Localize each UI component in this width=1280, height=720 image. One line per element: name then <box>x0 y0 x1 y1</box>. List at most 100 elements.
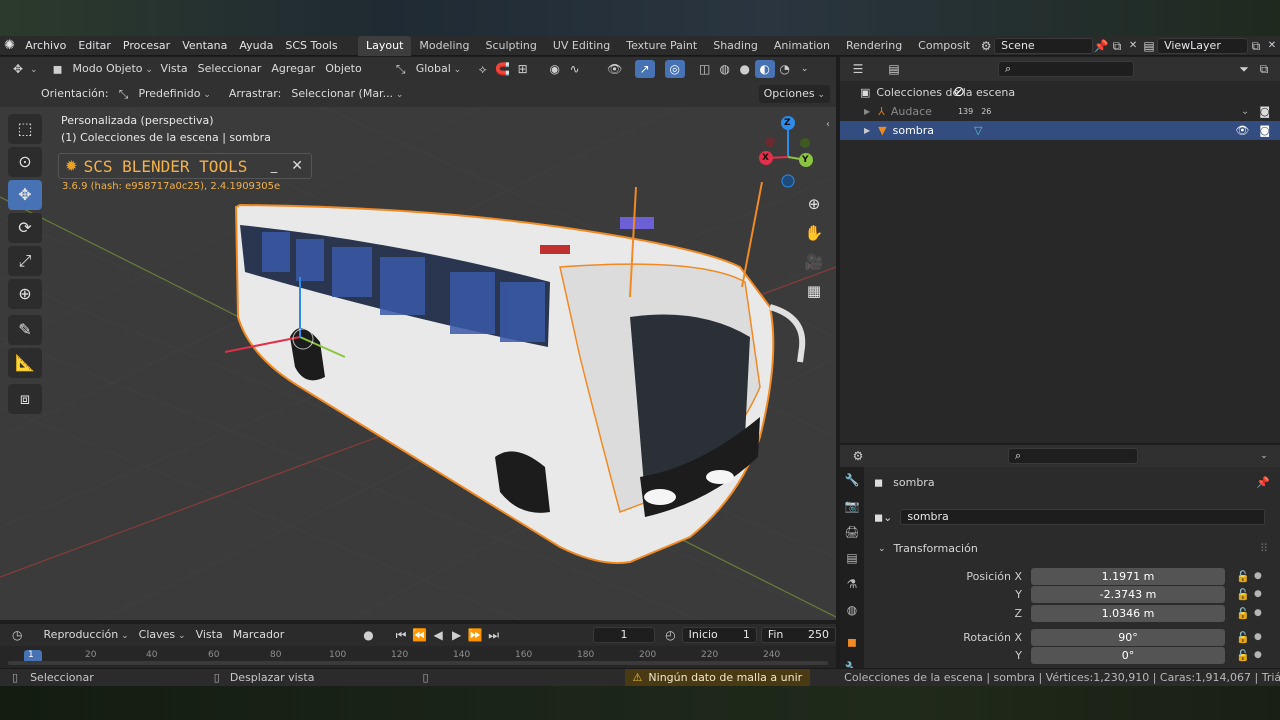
perspective-grid-icon[interactable]: ▦ <box>801 278 827 304</box>
lock-icon[interactable]: 🔓 <box>1236 588 1250 601</box>
tool-tab-icon[interactable]: 🔧 <box>840 467 864 493</box>
timeline-scrollbar[interactable] <box>8 661 828 665</box>
delete-view-layer-icon[interactable]: ✕ <box>1264 37 1280 55</box>
menu-editar[interactable]: Editar <box>72 36 117 56</box>
properties-search-input[interactable]: ⌕ <box>1008 448 1138 464</box>
menu-vista[interactable]: Vista <box>156 60 193 78</box>
shading-wireframe-icon[interactable]: ◍ <box>715 60 735 78</box>
camera-visibility-icon[interactable]: ◙ <box>1259 121 1270 140</box>
menu-ayuda[interactable]: Ayuda <box>233 36 279 56</box>
snap-target-icon[interactable]: ⊞ <box>513 60 533 78</box>
menu-seleccionar[interactable]: Seleccionar <box>193 60 267 78</box>
next-keyframe-icon[interactable]: ⏩ <box>466 626 485 644</box>
lock-icon[interactable]: 🔓 <box>1236 631 1250 644</box>
location-y-field[interactable]: -2.3743 m <box>1031 586 1225 603</box>
filter-icon[interactable]: ⏷ <box>1234 60 1254 78</box>
eye-icon[interactable]: 👁 <box>1235 121 1249 140</box>
expand-arrow-icon[interactable]: ▶ <box>864 102 870 121</box>
menu-reproduccion[interactable]: Reproducción <box>39 626 134 644</box>
gizmo-y-label[interactable]: Y <box>802 155 809 165</box>
render-tab-icon[interactable]: 📷 <box>840 493 864 519</box>
menu-agregar[interactable]: Agregar <box>266 60 320 78</box>
new-collection-icon[interactable]: ⧉ <box>1254 60 1274 78</box>
sidebar-toggle-icon[interactable]: ‹ <box>826 119 830 130</box>
object-tab-icon[interactable]: ◼ <box>840 629 864 655</box>
expand-arrow-icon[interactable]: ▶ <box>864 121 870 140</box>
shading-solid-icon[interactable]: ● <box>735 60 755 78</box>
drag-dropdown[interactable]: Seleccionar (Mar... <box>286 85 408 103</box>
delete-scene-icon[interactable]: ✕ <box>1125 37 1141 55</box>
new-view-layer-icon[interactable]: ⧉ <box>1248 37 1264 55</box>
menu-procesar[interactable]: Procesar <box>117 36 176 56</box>
view-layer-tab-icon[interactable]: ▤ <box>840 545 864 571</box>
rotation-x-field[interactable]: 90° <box>1031 629 1225 646</box>
display-mode-icon[interactable]: ▤ <box>884 60 904 78</box>
outliner-item-audace[interactable]: ▶ ⅄ Audace 139 26 ⌄ ◙ <box>840 102 1280 121</box>
editor-type-dropdown[interactable] <box>28 60 40 78</box>
properties-options-icon[interactable]: ⌄ <box>1254 447 1274 465</box>
falloff-icon[interactable]: ∿ <box>565 60 585 78</box>
properties-editor-icon[interactable]: ⚙ <box>848 447 868 465</box>
object-datablock-icon[interactable]: ◼⌄ <box>874 511 892 524</box>
start-frame-field[interactable]: Inicio 1 <box>681 627 757 643</box>
lock-icon[interactable]: 🔓 <box>1236 607 1250 620</box>
pin-icon[interactable]: 📌 <box>1256 476 1270 489</box>
clock-icon[interactable]: ◴ <box>661 626 680 644</box>
proportional-edit-icon[interactable]: ◉ <box>545 60 565 78</box>
keyframe-dot-icon[interactable]: ● <box>1254 571 1262 581</box>
scene-tab-icon[interactable]: ⚗ <box>840 571 864 597</box>
scene-field[interactable]: Scene <box>994 37 1094 54</box>
view-layer-icon[interactable]: ▤ <box>1141 37 1157 55</box>
scale-icon[interactable]: ⤢ <box>8 246 42 276</box>
location-z-field[interactable]: 1.0346 m <box>1031 605 1225 622</box>
end-frame-field[interactable]: Fin 250 <box>760 627 836 643</box>
scene-collection-row[interactable]: ▣ Colecciones de la escena ⊘ <box>840 83 1280 102</box>
panel-collapse-icon[interactable]: ⌄ <box>878 544 886 554</box>
new-scene-icon[interactable]: ⧉ <box>1109 37 1125 55</box>
transform-panel-header[interactable]: ⌄ Transformación ⠿ <box>878 542 1268 555</box>
zoom-icon[interactable]: ⊕ <box>801 191 827 217</box>
outliner-editor-icon[interactable]: ☰ <box>848 60 868 78</box>
close-icon[interactable]: ✕ <box>283 158 311 174</box>
jump-start-icon[interactable]: ⏮ <box>392 626 411 644</box>
keyframe-dot-icon[interactable]: ● <box>1254 650 1262 660</box>
orientation-dropdown[interactable]: Predefinido <box>134 85 216 103</box>
timeline-editor-icon[interactable]: ◷ <box>8 626 27 644</box>
cursor-icon[interactable]: ⊙ <box>8 147 42 177</box>
shading-options-icon[interactable]: ⌄ <box>795 60 815 78</box>
keyframe-dot-icon[interactable]: ● <box>1254 608 1262 618</box>
rotation-y-field[interactable]: 0° <box>1031 647 1225 664</box>
hide-toggle-icon[interactable]: ⌄ <box>1241 102 1249 121</box>
menu-claves[interactable]: Claves <box>134 626 191 644</box>
view-layer-field[interactable]: ViewLayer <box>1157 37 1248 54</box>
overlays-toggle-icon[interactable]: ◎ <box>664 60 685 78</box>
current-frame-field[interactable]: 1 <box>592 627 656 643</box>
gizmo-z-label[interactable]: Z <box>784 118 791 128</box>
world-tab-icon[interactable]: ◍ <box>840 597 864 623</box>
blender-logo-icon[interactable]: ✺ <box>0 38 19 53</box>
tab-animation[interactable]: Animation <box>766 36 838 56</box>
tab-compositing[interactable]: Composit <box>910 36 978 56</box>
menu-archivo[interactable]: Archivo <box>19 36 72 56</box>
jump-end-icon[interactable]: ⏭ <box>484 626 503 644</box>
drag-grip-icon[interactable]: ⠿ <box>1260 542 1268 555</box>
object-name-field[interactable]: sombra <box>900 509 1266 525</box>
editor-type-icon[interactable]: ✥ <box>8 60 28 78</box>
xray-icon[interactable]: ◫ <box>695 60 715 78</box>
output-tab-icon[interactable]: 🖨 <box>840 519 864 545</box>
play-icon[interactable]: ▶ <box>447 626 466 644</box>
play-reverse-icon[interactable]: ◀ <box>429 626 448 644</box>
tab-layout[interactable]: Layout <box>358 35 412 56</box>
tab-modeling[interactable]: Modeling <box>411 36 477 56</box>
lock-icon[interactable]: 🔓 <box>1236 570 1250 583</box>
mode-dropdown[interactable]: Modo Objeto <box>68 60 156 78</box>
prev-keyframe-icon[interactable]: ⏪ <box>410 626 429 644</box>
tab-texture-paint[interactable]: Texture Paint <box>618 36 705 56</box>
annotate-icon[interactable]: ✎ <box>8 315 42 345</box>
shading-rendered-icon[interactable]: ◔ <box>775 60 795 78</box>
transform-icon[interactable]: ⊕ <box>8 279 42 309</box>
record-icon[interactable]: ● <box>359 626 378 644</box>
tab-rendering[interactable]: Rendering <box>838 36 910 56</box>
shading-material-icon[interactable]: ◐ <box>754 60 775 78</box>
keyframe-dot-icon[interactable]: ● <box>1254 632 1262 642</box>
